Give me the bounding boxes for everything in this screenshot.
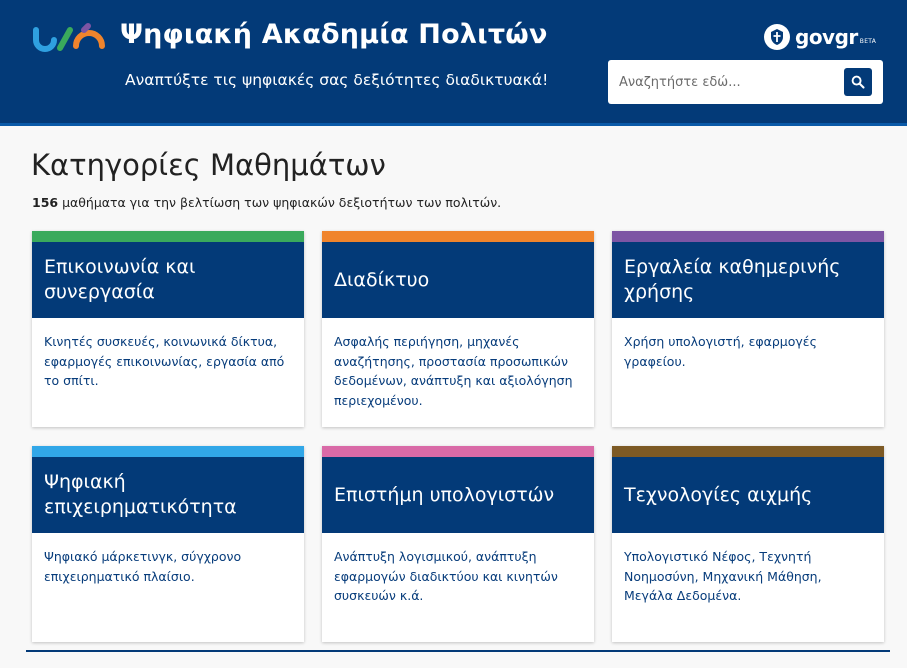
category-color-stripe bbox=[612, 446, 884, 457]
category-description: Κινητές συσκευές, κοινωνικά δίκτυα, εφαρ… bbox=[44, 334, 285, 388]
greek-emblem-icon bbox=[764, 24, 790, 50]
category-description: Ψηφιακό μάρκετινγκ, σύγχρονο επιχειρηματ… bbox=[44, 549, 242, 584]
category-card-header: Εργαλεία καθημερινής χρήσης bbox=[612, 242, 884, 318]
category-color-stripe bbox=[32, 231, 304, 242]
category-color-stripe bbox=[612, 231, 884, 242]
category-card-internet[interactable]: Διαδίκτυο Ασφαλής περιήγηση, μηχανές ανα… bbox=[322, 231, 594, 427]
category-description: Ασφαλής περιήγηση, μηχανές αναζήτησης, π… bbox=[334, 334, 573, 408]
category-card-header: Επικοινωνία και συνεργασία bbox=[32, 242, 304, 318]
site-title[interactable]: Ψηφιακή Ακαδημία Πολιτών bbox=[120, 19, 548, 50]
govgr-logo[interactable]: govgr BETA bbox=[764, 22, 876, 52]
category-card-everyday-tools[interactable]: Εργαλεία καθημερινής χρήσης Χρήση υπολογ… bbox=[612, 231, 884, 427]
footer-divider bbox=[26, 650, 890, 652]
category-card-computer-science[interactable]: Επιστήμη υπολογιστών Ανάπτυξη λογισμικού… bbox=[322, 446, 594, 642]
category-title: Επικοινωνία και συνεργασία bbox=[44, 256, 196, 303]
category-description: Υπολογιστικό Νέφος, Τεχνητή Νοημοσύνη, Μ… bbox=[624, 549, 822, 603]
search-form bbox=[608, 60, 883, 104]
category-card-header: Τεχνολογίες αιχμής bbox=[612, 457, 884, 533]
category-description: Ανάπτυξη λογισμικού, ανάπτυξη εφαρμογών … bbox=[334, 549, 558, 603]
category-color-stripe bbox=[322, 446, 594, 457]
beta-badge: BETA bbox=[859, 37, 877, 45]
category-description: Χρήση υπολογιστή, εφαρμογές γραφείου. bbox=[624, 334, 817, 369]
site-header: Ψηφιακή Ακαδημία Πολιτών Αναπτύξτε τις ψ… bbox=[0, 0, 907, 126]
search-button[interactable] bbox=[844, 68, 872, 96]
search-input[interactable] bbox=[608, 60, 840, 104]
category-title: Ψηφιακή επιχειρηματικότητα bbox=[44, 471, 237, 518]
category-title: Τεχνολογίες αιχμής bbox=[624, 483, 813, 506]
category-card-header: Ψηφιακή επιχειρηματικότητα bbox=[32, 457, 304, 533]
category-color-stripe bbox=[322, 231, 594, 242]
category-title: Επιστήμη υπολογιστών bbox=[334, 483, 555, 506]
category-title: Διαδίκτυο bbox=[334, 268, 430, 291]
category-card-communication[interactable]: Επικοινωνία και συνεργασία Κινητές συσκε… bbox=[32, 231, 304, 427]
category-card-digital-entrepreneurship[interactable]: Ψηφιακή επιχειρηματικότητα Ψηφιακό μάρκε… bbox=[32, 446, 304, 642]
category-card-cutting-edge-tech[interactable]: Τεχνολογίες αιχμής Υπολογιστικό Νέφος, Τ… bbox=[612, 446, 884, 642]
academy-logo-icon[interactable] bbox=[32, 22, 106, 56]
course-summary: 156 μαθήματα για την βελτίωση των ψηφιακ… bbox=[32, 195, 501, 210]
category-card-header: Επιστήμη υπολογιστών bbox=[322, 457, 594, 533]
course-count: 156 bbox=[32, 195, 59, 210]
govgr-wordmark: govgr bbox=[795, 25, 858, 49]
category-card-header: Διαδίκτυο bbox=[322, 242, 594, 318]
category-title: Εργαλεία καθημερινής χρήσης bbox=[624, 256, 841, 303]
site-tagline: Αναπτύξτε τις ψηφιακές σας δεξιότητες δι… bbox=[125, 71, 549, 89]
search-icon bbox=[851, 75, 865, 89]
category-color-stripe bbox=[32, 446, 304, 457]
course-summary-text: μαθήματα για την βελτίωση των ψηφιακών δ… bbox=[58, 195, 502, 210]
page-title: Κατηγορίες Μαθημάτων bbox=[31, 148, 386, 182]
